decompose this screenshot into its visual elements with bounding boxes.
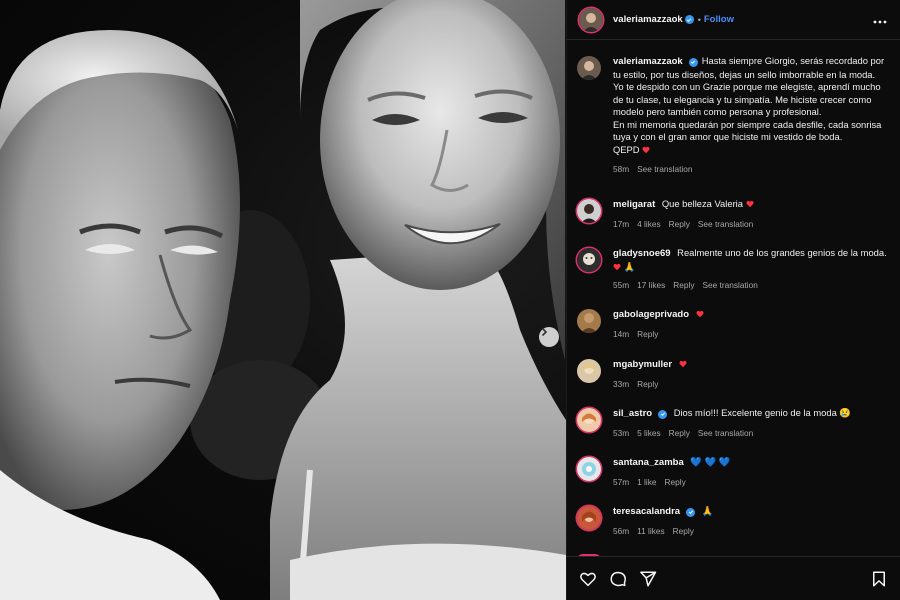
comment-likes[interactable]: 11 likes bbox=[637, 525, 665, 538]
comment-emoji: 😢 bbox=[839, 407, 852, 418]
comment-time: 53m bbox=[613, 427, 630, 438]
author-avatar[interactable] bbox=[579, 7, 603, 32]
reply-link[interactable]: Reply bbox=[637, 378, 658, 391]
reply-link[interactable]: Reply bbox=[669, 218, 690, 231]
red-heart-icon bbox=[613, 263, 621, 270]
caption-meta: 58m See translation bbox=[613, 163, 888, 176]
see-translation-link[interactable]: See translation bbox=[703, 279, 758, 292]
comment-text: Dios mío!!! Excelente genio de la moda bbox=[673, 407, 837, 418]
comment-time: 14m bbox=[613, 328, 630, 339]
post-caption: valeriamazzaok Hasta siempre Giorgio, ser… bbox=[567, 55, 900, 176]
comment-time: 55m bbox=[613, 280, 630, 290]
comment-likes[interactable]: 17 likes bbox=[637, 279, 665, 292]
comment-likes[interactable]: 5 likes bbox=[637, 427, 661, 440]
comment-time: 56m bbox=[613, 525, 630, 536]
comment-meta: 53m 5 likes Reply See translation bbox=[613, 427, 888, 440]
comment-username[interactable]: meligarat bbox=[613, 199, 655, 210]
post-photo bbox=[0, 0, 566, 600]
red-heart-icon bbox=[642, 146, 650, 153]
comment-time: 57m bbox=[613, 476, 630, 487]
comments-list[interactable]: valeriamazzaok Hasta siempre Giorgio, ser… bbox=[567, 40, 900, 556]
red-heart-icon bbox=[746, 200, 754, 208]
comment-username[interactable]: mgabymuller bbox=[613, 359, 672, 370]
comment-text: Realmente uno de los grandes genios de l… bbox=[677, 247, 887, 258]
comment-username[interactable]: gladysnoe69 bbox=[613, 248, 671, 259]
verified-icon bbox=[686, 507, 696, 517]
post-header: valeriamazzaok • Follow bbox=[567, 0, 900, 40]
comment-icon[interactable] bbox=[609, 570, 627, 588]
reply-link[interactable]: Reply bbox=[637, 328, 658, 341]
author-avatar[interactable] bbox=[577, 56, 601, 80]
comment-meta: 14m Reply bbox=[613, 328, 888, 341]
comment-meta: 57m 1 like Reply bbox=[613, 476, 888, 489]
commenter-avatar[interactable] bbox=[577, 248, 601, 272]
comment-item: santana_zamba 💙 💙 💙 57m 1 like Reply bbox=[567, 456, 900, 488]
commenter-avatar[interactable] bbox=[577, 309, 601, 333]
bookmark-icon[interactable] bbox=[870, 570, 888, 588]
red-heart-icon bbox=[679, 360, 687, 368]
comment-emoji: 🙏 bbox=[623, 260, 636, 272]
comment-item: meligarat Que belleza Valeria 17m 4 like… bbox=[567, 198, 900, 230]
comment-item: mgabymuller 33m Reply bbox=[567, 358, 900, 390]
comment-item: teresacalandra 🙏 56m 11 likes Reply bbox=[567, 505, 900, 537]
comment-username[interactable]: sil_astro bbox=[613, 408, 652, 419]
verified-icon bbox=[688, 57, 698, 67]
commenter-avatar[interactable] bbox=[577, 359, 601, 383]
comment-text: 💙 💙 💙 bbox=[690, 456, 731, 467]
heart-icon[interactable] bbox=[579, 570, 597, 588]
comment-meta: 55m 17 likes Reply See translation bbox=[613, 279, 888, 292]
see-translation-link[interactable]: See translation bbox=[637, 163, 692, 176]
caption-time: 58m bbox=[613, 164, 630, 174]
comment-username[interactable]: teresacalandra bbox=[613, 506, 680, 517]
comment-likes[interactable]: 1 like bbox=[637, 476, 656, 489]
verified-icon bbox=[658, 409, 668, 419]
comment-text: Que belleza Valeria bbox=[661, 198, 743, 209]
commenter-avatar[interactable] bbox=[577, 199, 601, 223]
share-icon[interactable] bbox=[639, 570, 657, 588]
red-heart-icon bbox=[696, 310, 704, 318]
caption-username[interactable]: valeriamazzaok bbox=[613, 56, 683, 67]
next-image-button[interactable] bbox=[539, 327, 559, 347]
commenter-avatar[interactable] bbox=[577, 408, 601, 432]
commenter-avatar[interactable] bbox=[577, 457, 601, 481]
comment-item: gladysnoe69 Realmente uno de los grandes… bbox=[567, 247, 900, 292]
comment-item: gabolageprivado 14m Reply bbox=[567, 308, 900, 340]
more-options-icon[interactable] bbox=[872, 11, 888, 29]
comment-username[interactable]: santana_zamba bbox=[613, 457, 684, 468]
comment-time: 33m bbox=[613, 378, 630, 389]
comment-item: sil_astro Dios mío!!! Excelente genio de… bbox=[567, 407, 900, 439]
commenter-avatar[interactable] bbox=[577, 506, 601, 530]
comment-meta: 56m 11 likes Reply bbox=[613, 525, 888, 538]
caption-text-3: QEPD bbox=[613, 143, 640, 155]
comment-text: 🙏 bbox=[701, 505, 714, 516]
photo-illustration bbox=[0, 0, 566, 600]
separator-dot: • bbox=[697, 14, 701, 25]
post-sidebar: valeriamazzaok • Follow valeriamazzaok Ha… bbox=[566, 0, 900, 600]
see-translation-link[interactable]: See translation bbox=[698, 427, 753, 440]
reply-link[interactable]: Reply bbox=[665, 476, 686, 489]
comment-meta: 17m 4 likes Reply See translation bbox=[613, 218, 888, 231]
verified-icon bbox=[684, 15, 694, 24]
action-bar bbox=[567, 556, 900, 600]
reply-link[interactable]: Reply bbox=[673, 525, 694, 538]
comment-meta: 33m Reply bbox=[613, 378, 888, 391]
follow-button[interactable]: Follow bbox=[704, 14, 734, 25]
reply-link[interactable]: Reply bbox=[669, 427, 690, 440]
see-translation-link[interactable]: See translation bbox=[698, 218, 753, 231]
chevron-right-icon bbox=[541, 327, 548, 337]
comment-time: 17m bbox=[613, 218, 630, 229]
reply-link[interactable]: Reply bbox=[673, 279, 694, 292]
comment-likes[interactable]: 4 likes bbox=[637, 218, 661, 231]
author-username[interactable]: valeriamazzaok bbox=[613, 14, 683, 25]
comment-username[interactable]: gabolageprivado bbox=[613, 309, 689, 320]
caption-text-2: En mi memoria quedarán por siempre cada … bbox=[613, 118, 882, 143]
